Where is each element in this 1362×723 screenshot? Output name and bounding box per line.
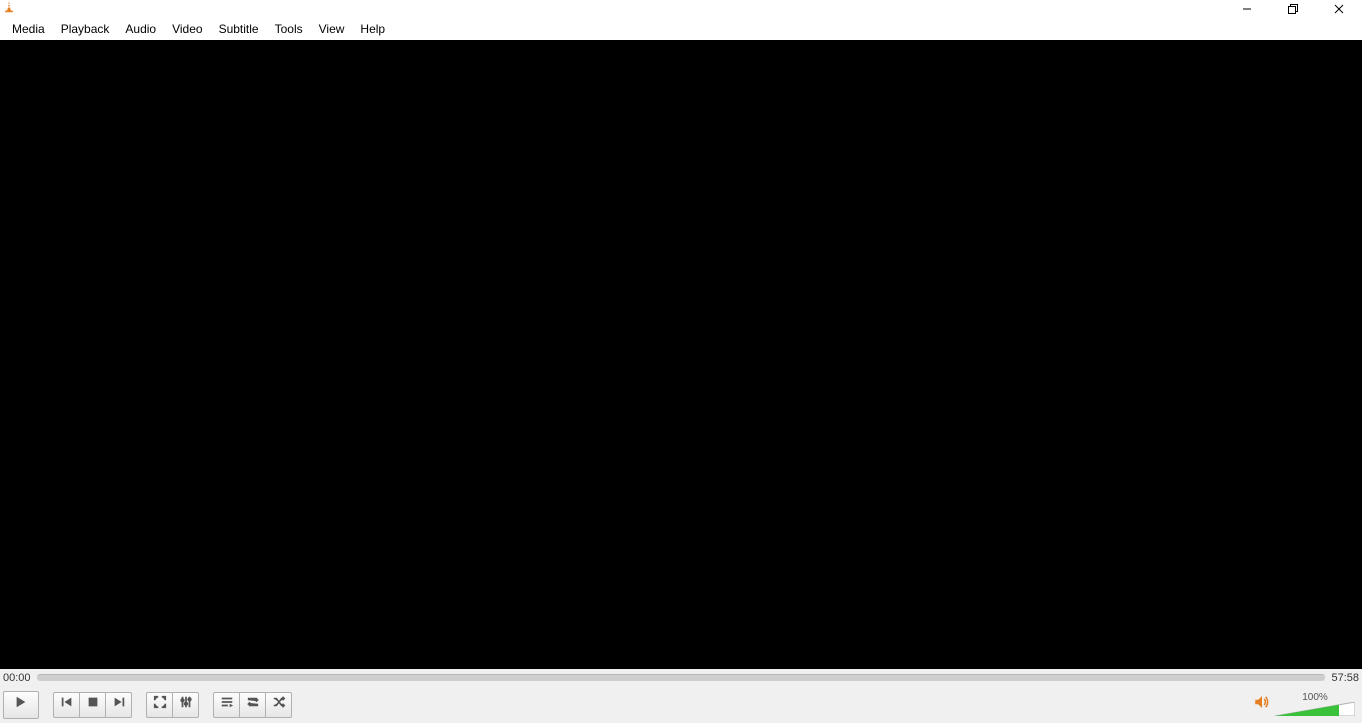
video-area[interactable] <box>0 40 1362 669</box>
shuffle-button[interactable] <box>265 692 292 718</box>
previous-button[interactable] <box>53 692 80 718</box>
shuffle-icon <box>272 695 286 714</box>
maximize-button[interactable] <box>1270 0 1316 18</box>
stop-button[interactable] <box>79 692 106 718</box>
playlist-button[interactable] <box>213 692 240 718</box>
extended-settings-button[interactable] <box>172 692 199 718</box>
controls-row: 100% <box>0 686 1362 723</box>
vlc-cone-icon <box>2 0 16 19</box>
fullscreen-button[interactable] <box>146 692 173 718</box>
view-group <box>146 692 199 718</box>
skip-stop-group <box>53 692 132 718</box>
stop-icon <box>86 695 100 714</box>
menu-help[interactable]: Help <box>352 20 393 38</box>
window-controls <box>1224 0 1362 18</box>
play-icon <box>14 695 28 714</box>
volume-control: 100% <box>1253 693 1359 716</box>
play-button[interactable] <box>3 691 39 719</box>
menu-audio[interactable]: Audio <box>117 20 164 38</box>
fullscreen-icon <box>153 695 167 714</box>
time-total[interactable]: 57:58 <box>1331 672 1359 684</box>
seek-row: 00:00 57:58 <box>0 669 1362 686</box>
volume-slider[interactable]: 100% <box>1275 694 1355 716</box>
menu-tools[interactable]: Tools <box>267 20 311 38</box>
menu-video[interactable]: Video <box>164 20 210 38</box>
skip-next-icon <box>112 695 126 714</box>
seek-slider[interactable] <box>37 674 1326 681</box>
equalizer-icon <box>179 695 193 714</box>
menu-bar: Media Playback Audio Video Subtitle Tool… <box>0 18 1362 40</box>
skip-previous-icon <box>60 695 74 714</box>
speaker-icon[interactable] <box>1253 693 1271 716</box>
playlist-group <box>213 692 292 718</box>
close-button[interactable] <box>1316 0 1362 18</box>
title-bar-left <box>0 0 16 19</box>
time-elapsed[interactable]: 00:00 <box>3 672 31 684</box>
playlist-icon <box>220 695 234 714</box>
loop-button[interactable] <box>239 692 266 718</box>
menu-subtitle[interactable]: Subtitle <box>211 20 267 38</box>
menu-playback[interactable]: Playback <box>53 20 118 38</box>
next-button[interactable] <box>105 692 132 718</box>
loop-icon <box>246 695 260 714</box>
menu-media[interactable]: Media <box>4 20 53 38</box>
title-bar <box>0 0 1362 18</box>
minimize-button[interactable] <box>1224 0 1270 18</box>
menu-view[interactable]: View <box>311 20 353 38</box>
